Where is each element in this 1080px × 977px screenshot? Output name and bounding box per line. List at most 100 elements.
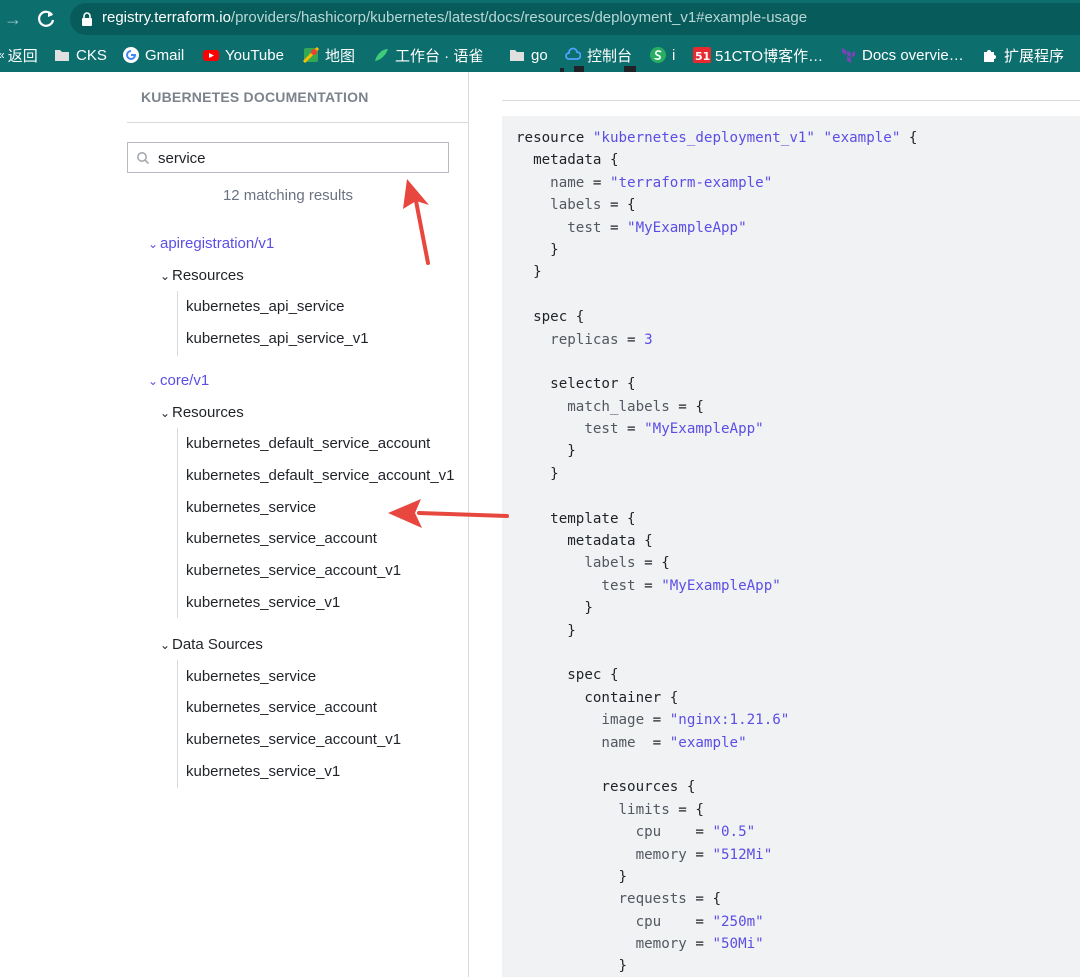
tree-item[interactable]: kubernetes_default_service_account_v1 <box>186 467 455 484</box>
folder-icon <box>509 47 525 63</box>
tree-group-apiregistration[interactable]: ⌄ apiregistration/v1 <box>148 235 274 252</box>
code-token: name <box>516 734 636 751</box>
puzzle-icon <box>982 47 998 63</box>
code-token: "kubernetes_deployment_v1" <box>592 130 815 146</box>
search-input[interactable] <box>158 147 438 169</box>
divider <box>502 100 1080 101</box>
divider <box>127 122 469 123</box>
chevron-down-icon: ⌄ <box>148 237 159 251</box>
bookmark-gmail[interactable]: Gmail <box>123 45 184 65</box>
code-token: "MyExampleApp" <box>661 577 781 594</box>
reload-icon[interactable] <box>36 8 58 30</box>
code-line: test = "MyExampleApp" <box>516 418 917 440</box>
code-token: = { <box>601 197 636 214</box>
code-block[interactable]: resource "kubernetes_deployment_v1" "exa… <box>502 116 1080 977</box>
tree-section-resources[interactable]: ⌄ Resources <box>160 404 244 421</box>
code-line: memory = "50Mi" <box>516 933 917 955</box>
code-token: labels <box>516 555 636 572</box>
code-line: container { <box>516 687 917 709</box>
code-token: = { <box>669 801 704 818</box>
code-token: = <box>601 219 628 236</box>
tree-item[interactable]: kubernetes_service_account_v1 <box>186 731 401 748</box>
code-token: "50Mi" <box>712 936 764 953</box>
code-token: image <box>516 712 645 729</box>
code-line: replicas = 3 <box>516 329 917 351</box>
youtube-icon <box>203 47 219 63</box>
chevron-down-icon: ⌄ <box>148 374 159 388</box>
url-text[interactable]: registry.terraform.io/providers/hashicor… <box>102 9 807 26</box>
code-token: name <box>516 174 585 191</box>
code-token: selector { <box>516 376 636 393</box>
code-token: } <box>516 465 559 482</box>
code-token: replicas <box>516 331 619 348</box>
tree-item[interactable]: kubernetes_api_service_v1 <box>186 330 369 347</box>
bookmark-back[interactable]: «返回 <box>0 45 38 65</box>
code-token: = <box>644 712 670 729</box>
sidebar-search[interactable] <box>127 142 449 173</box>
code-line: cpu = "0.5" <box>516 821 917 843</box>
tree-section-data-sources[interactable]: ⌄ Data Sources <box>160 636 263 653</box>
browser-toolbar: → registry.terraform.io/providers/hashic… <box>0 0 1080 38</box>
code-token: limits <box>516 801 670 818</box>
code-line: spec { <box>516 306 917 328</box>
tree-section-resources[interactable]: ⌄ Resources <box>160 267 244 284</box>
code-line: requests = { <box>516 888 917 910</box>
code-token: labels <box>516 197 602 214</box>
code-token: memory <box>516 846 687 863</box>
code-token: = <box>584 174 610 191</box>
bookmark-youtube[interactable]: YouTube <box>203 45 284 65</box>
code-line: cpu = "250m" <box>516 911 917 933</box>
tree-item[interactable]: kubernetes_service_v1 <box>186 594 340 611</box>
code-token: "example" <box>823 130 901 146</box>
tree-item[interactable]: kubernetes_service_v1 <box>186 763 340 780</box>
forward-arrow-icon[interactable]: → <box>4 8 26 30</box>
code-token: test <box>516 421 619 438</box>
code-line: } <box>516 239 917 261</box>
folder-icon <box>54 47 70 63</box>
code-token: = <box>686 846 713 863</box>
code-line: } <box>516 620 917 642</box>
chevron-down-icon: ⌄ <box>160 638 171 652</box>
code-token: cpu <box>516 824 662 841</box>
code-line: test = "MyExampleApp" <box>516 217 917 239</box>
bookmark-docs-overview[interactable]: Docs overvie… <box>840 45 964 65</box>
bookmark-cks[interactable]: CKS <box>54 45 107 65</box>
tree-item[interactable]: kubernetes_service <box>186 499 316 516</box>
code-token: requests <box>516 891 687 908</box>
code-token: = <box>618 331 645 348</box>
code-line: match_labels = { <box>516 396 917 418</box>
tree-item[interactable]: kubernetes_service_account <box>186 530 377 547</box>
sidebar-title: KUBERNETES DOCUMENTATION <box>141 89 369 105</box>
code-token: test <box>516 219 602 236</box>
match-count: 12 matching results <box>222 187 354 204</box>
chevron-down-icon: ⌄ <box>160 269 171 283</box>
code-line: limits = { <box>516 799 917 821</box>
code-line: } <box>516 440 917 462</box>
bookmark-yuque[interactable]: 工作台 · 语雀 <box>373 45 483 65</box>
code-token: "terraform-example" <box>609 174 773 191</box>
bookmark-go[interactable]: go <box>509 45 548 65</box>
code-token: metadata { <box>516 533 653 550</box>
tree-item[interactable]: kubernetes_default_service_account <box>186 435 430 452</box>
code-line: name = "terraform-example" <box>516 172 917 194</box>
tree-item[interactable]: kubernetes_service <box>186 668 316 685</box>
code-line: spec { <box>516 664 917 686</box>
tree-item[interactable]: kubernetes_service_account_v1 <box>186 562 401 579</box>
tree-item[interactable]: kubernetes_service_account <box>186 699 377 716</box>
code-line: resources { <box>516 776 917 798</box>
bookmark-51cto[interactable]: 51 51CTO博客作… <box>693 45 823 65</box>
code-token: = <box>635 577 662 594</box>
code-token: { <box>900 130 918 146</box>
code-token: } <box>516 443 576 460</box>
bookmark-maps[interactable]: 地图 <box>302 45 355 65</box>
tree-guide-line <box>177 291 178 356</box>
tree-item[interactable]: kubernetes_api_service <box>186 298 344 315</box>
tree-group-core-v1[interactable]: ⌄ core/v1 <box>148 372 209 389</box>
code-token: "nginx:1.21.6" <box>669 712 790 729</box>
bookmark-extensions[interactable]: 扩展程序 <box>982 45 1064 65</box>
